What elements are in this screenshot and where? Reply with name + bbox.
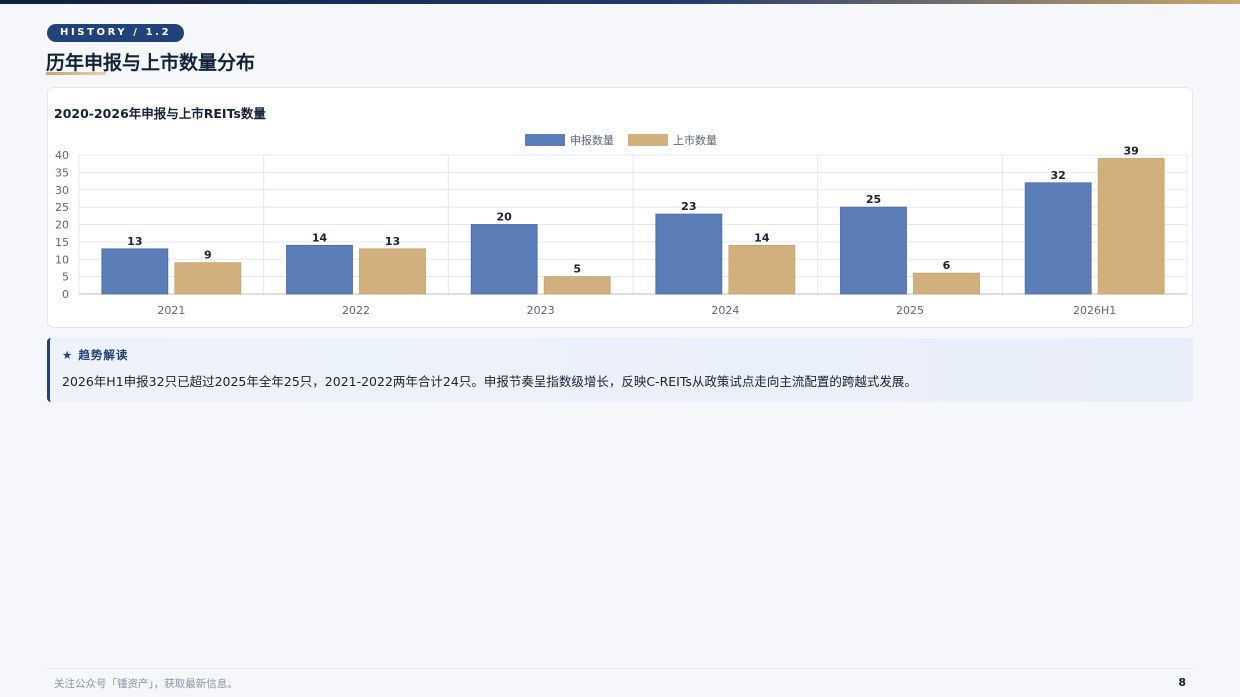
footer-divider (47, 668, 1193, 669)
bar-listings[interactable] (174, 262, 242, 295)
bar-applications[interactable] (101, 248, 169, 295)
y-tick-label: 5 (62, 271, 69, 284)
x-tick-label: 2023 (527, 304, 555, 317)
y-tick-label: 30 (55, 184, 69, 197)
bar-applications[interactable] (1024, 182, 1092, 295)
insight-heading: ★ 趋势解读 (62, 348, 129, 362)
chart-card: 2020-2026年申报与上市REITs数量 申报数量 上市数量 0 5 10 15 2… (47, 87, 1193, 328)
y-tick-label: 0 (62, 288, 69, 301)
insight-text: 2026年H1申报32只已超过2025年全年25只，2021-2022两年合计2… (62, 374, 917, 389)
x-tick-label: 2022 (342, 304, 370, 317)
bar-value-label: 25 (866, 193, 881, 206)
x-tick-label: 2026H1 (1073, 304, 1116, 317)
bar-value-label: 23 (681, 200, 696, 213)
bar-value-label: 13 (127, 235, 142, 248)
bar-value-label: 14 (312, 231, 328, 244)
bar-value-label: 5 (573, 263, 581, 276)
page-title: 历年申报与上市数量分布 (46, 52, 256, 74)
bar-value-label: 9 (204, 249, 212, 262)
x-tick-label: 2024 (711, 304, 739, 317)
bar-applications[interactable] (286, 244, 353, 295)
y-tick-label: 20 (55, 219, 69, 232)
bar-applications[interactable] (840, 206, 907, 295)
bar-applications[interactable] (655, 213, 723, 295)
x-tick-label: 2021 (157, 304, 185, 317)
y-tick-label: 10 (55, 253, 69, 266)
bar-listings[interactable] (728, 244, 796, 295)
bar-listings[interactable] (1097, 158, 1165, 295)
x-tick-label: 2025 (896, 304, 924, 317)
bar-value-label: 14 (754, 231, 770, 244)
bar-value-label: 32 (1051, 169, 1066, 182)
section-tag: HISTORY / 1.2 (47, 24, 185, 42)
page-number: 8 (1178, 676, 1186, 689)
y-tick-label: 15 (55, 236, 69, 249)
title-underline (46, 72, 106, 75)
y-tick-label: 25 (55, 201, 69, 214)
bar-listings[interactable] (543, 276, 611, 295)
bar-value-label: 39 (1124, 144, 1139, 157)
bar-value-label: 13 (385, 235, 400, 248)
bar-listings[interactable] (359, 248, 426, 295)
bar-value-label: 20 (497, 211, 513, 224)
y-tick-label: 40 (55, 149, 69, 162)
bar-applications[interactable] (470, 224, 538, 295)
bar-listings[interactable] (913, 272, 980, 295)
top-accent-bar (0, 0, 1240, 4)
footer-note: 关注公众号「锺资产」，获取最新信息。 (54, 678, 238, 690)
bar-value-label: 6 (943, 259, 951, 272)
insight-card: ★ 趋势解读 2026年H1申报32只已超过2025年全年25只，2021-20… (47, 338, 1193, 402)
y-tick-label: 35 (55, 166, 69, 179)
bar-chart: 0510152025303540139202114 132022205202323… (55, 144, 1188, 317)
